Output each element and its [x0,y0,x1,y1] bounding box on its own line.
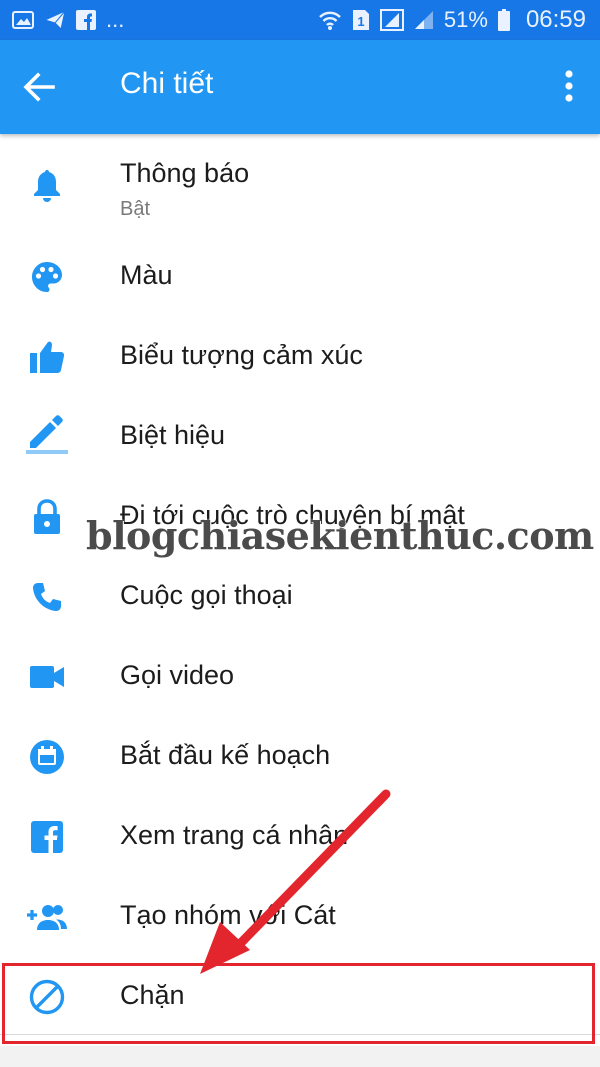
watermark-text: blogchiasekienthuc.com [86,513,594,558]
menu-item-label: Bắt đầu kế hoạch [120,740,331,770]
lock-icon [26,496,68,538]
menu-item-video-call[interactable]: Gọi video [0,638,600,718]
more-options-icon[interactable] [562,68,576,104]
status-ellipsis: ... [106,7,125,32]
sim-label: 1 [357,14,364,29]
battery-icon [497,9,510,31]
sim-icon: 1 [352,9,370,31]
menu-item-label: Thông báo [120,158,250,188]
menu-item-emoji[interactable]: Biểu tượng cảm xúc [0,318,600,398]
menu-item-label: Màu [120,260,173,290]
palette-icon [26,256,68,298]
menu-item-notifications[interactable]: Thông báo Bật [0,148,600,238]
menu-item-label: Biểu tượng cảm xúc [120,340,363,370]
menu-item-label: Tạo nhóm với Cát [120,900,336,930]
menu-item-create-group[interactable]: Tạo nhóm với Cát [0,878,600,958]
menu-item-label: Xem trang cá nhân [120,820,349,850]
status-time: 06:59 [525,6,586,33]
send-icon [44,10,66,30]
menu-item-start-plan[interactable]: Bắt đầu kế hoạch [0,718,600,798]
menu-item-label: Cuộc gọi thoại [120,580,293,610]
menu-item-nickname[interactable]: Biệt hiệu [0,398,600,478]
highlight-box [2,963,595,1044]
bottom-area [0,1046,600,1067]
menu-item-color[interactable]: Màu [0,238,600,318]
calendar-icon [26,736,68,778]
page-title: Chi tiết [120,67,214,100]
phone-icon [26,576,68,618]
thumbs-up-icon [26,336,68,378]
status-bar: ... 1 51% 06:59 [0,0,600,40]
signal-icon [379,9,404,31]
facebook-icon [76,10,96,30]
menu-item-voice-call[interactable]: Cuộc gọi thoại [0,558,600,638]
bell-icon [26,164,68,206]
add-group-icon [26,896,68,938]
image-icon [12,11,34,29]
signal-weak-icon [414,10,434,30]
video-camera-icon [26,656,68,698]
back-arrow-icon[interactable] [22,70,56,104]
battery-percent: 51% [443,7,488,32]
menu-item-label: Gọi video [120,660,235,690]
facebook-icon [26,816,68,858]
pencil-icon [26,412,68,454]
app-bar: Chi tiết [0,40,600,134]
menu-item-view-profile[interactable]: Xem trang cá nhân [0,798,600,878]
wifi-icon [318,9,342,31]
menu-item-label: Biệt hiệu [120,420,226,450]
menu-item-sublabel: Bật [120,198,151,220]
